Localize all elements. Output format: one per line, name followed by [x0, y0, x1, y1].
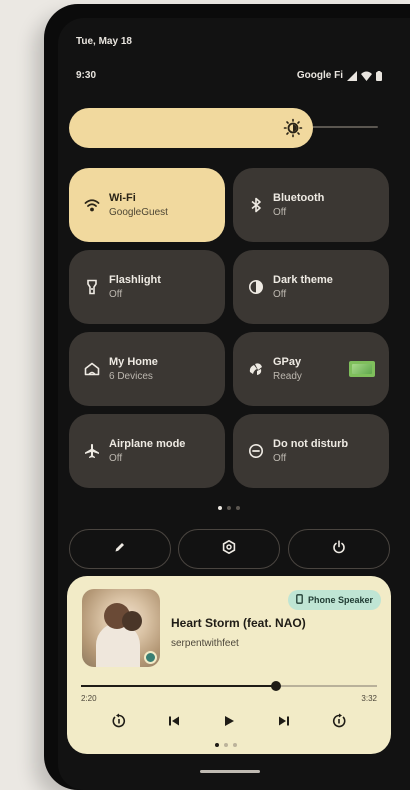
- output-device-label: Phone Speaker: [307, 595, 373, 605]
- tile-my-home[interactable]: My Home 6 Devices: [69, 332, 225, 406]
- power-icon: [332, 539, 346, 559]
- wifi-status-icon: [361, 71, 372, 81]
- total-time: 3:32: [361, 694, 377, 703]
- edit-button[interactable]: [69, 529, 171, 569]
- status-bar: Google Fi: [297, 70, 382, 81]
- skip-next-icon[interactable]: [272, 709, 296, 733]
- dnd-icon: [247, 442, 265, 460]
- tile-status: Off: [273, 289, 287, 300]
- tile-status: Off: [109, 289, 123, 300]
- tile-label: Bluetooth: [273, 192, 325, 204]
- tile-status: GoogleGuest: [109, 207, 168, 218]
- play-icon[interactable]: [217, 709, 241, 733]
- media-page-dot: [233, 743, 237, 747]
- payment-card-icon: [349, 361, 375, 377]
- tile-dark-theme[interactable]: Dark theme Off: [233, 250, 389, 324]
- page-dot: [227, 506, 231, 510]
- pencil-icon: [114, 540, 126, 558]
- carrier-label: Google Fi: [296, 70, 343, 81]
- bluetooth-icon: [247, 196, 265, 214]
- page-dot: [218, 506, 222, 510]
- seek-bar[interactable]: [81, 681, 377, 691]
- tile-label: Dark theme: [273, 274, 333, 286]
- wifi-icon: [83, 196, 101, 214]
- album-art: [82, 589, 160, 667]
- date-label: Tue, May 18: [76, 36, 132, 47]
- tile-status: Off: [109, 453, 123, 464]
- app-badge-icon: [144, 651, 157, 664]
- seek-progress: [81, 685, 277, 687]
- tile-wifi[interactable]: Wi-Fi GoogleGuest: [69, 168, 225, 242]
- tile-label: Airplane mode: [109, 438, 186, 450]
- tile-label: Wi-Fi: [109, 192, 136, 204]
- page-dot: [236, 506, 240, 510]
- brightness-track[interactable]: [308, 126, 378, 128]
- brightness-slider[interactable]: [69, 108, 313, 148]
- tile-status: Ready: [273, 371, 302, 382]
- seek-handle[interactable]: [271, 681, 282, 691]
- flashlight-icon: [83, 278, 101, 296]
- tile-do-not-disturb[interactable]: Do not disturb Off: [233, 414, 389, 488]
- playback-controls: [107, 709, 351, 733]
- airplane-icon: [83, 442, 101, 460]
- tile-label: Flashlight: [109, 274, 161, 286]
- gear-icon: [222, 539, 236, 559]
- tile-airplane-mode[interactable]: Airplane mode Off: [69, 414, 225, 488]
- power-button[interactable]: [288, 529, 390, 569]
- tile-flashlight[interactable]: Flashlight Off: [69, 250, 225, 324]
- replay-icon[interactable]: [107, 709, 131, 733]
- brightness-icon: [283, 118, 303, 138]
- tile-bluetooth[interactable]: Bluetooth Off: [233, 168, 389, 242]
- media-page-indicator: [215, 743, 237, 747]
- media-player-card[interactable]: Phone Speaker Heart Storm (feat. NAO) se…: [67, 576, 391, 754]
- page-indicator: [218, 506, 240, 510]
- gpay-icon: [247, 360, 265, 378]
- tile-status: Off: [273, 207, 287, 218]
- artist-name: serpentwithfeet: [171, 638, 239, 649]
- forward-icon[interactable]: [327, 709, 351, 733]
- settings-button[interactable]: [178, 529, 280, 569]
- song-title: Heart Storm (feat. NAO): [171, 616, 306, 630]
- quick-settings-screen: Tue, May 18 9:30 Google Fi Wi-Fi GoogleG…: [58, 18, 410, 790]
- tile-label: Do not disturb: [273, 438, 349, 450]
- home-icon: [83, 360, 101, 378]
- clock: 9:30: [76, 70, 97, 81]
- tile-label: My Home: [109, 356, 158, 368]
- output-device-chip[interactable]: Phone Speaker: [287, 590, 381, 610]
- media-page-dot: [215, 743, 219, 747]
- media-page-dot: [224, 743, 228, 747]
- tile-status: Off: [273, 453, 287, 464]
- tile-gpay[interactable]: GPay Ready: [233, 332, 389, 406]
- signal-icon: [347, 70, 357, 81]
- elapsed-time: 2:20: [81, 694, 97, 703]
- phone-icon: [296, 594, 303, 606]
- tile-label: GPay: [273, 356, 302, 368]
- skip-previous-icon[interactable]: [162, 709, 186, 733]
- battery-icon: [376, 70, 382, 81]
- dark-theme-icon: [247, 278, 265, 296]
- home-indicator[interactable]: [200, 770, 260, 773]
- tile-status: 6 Devices: [109, 371, 153, 382]
